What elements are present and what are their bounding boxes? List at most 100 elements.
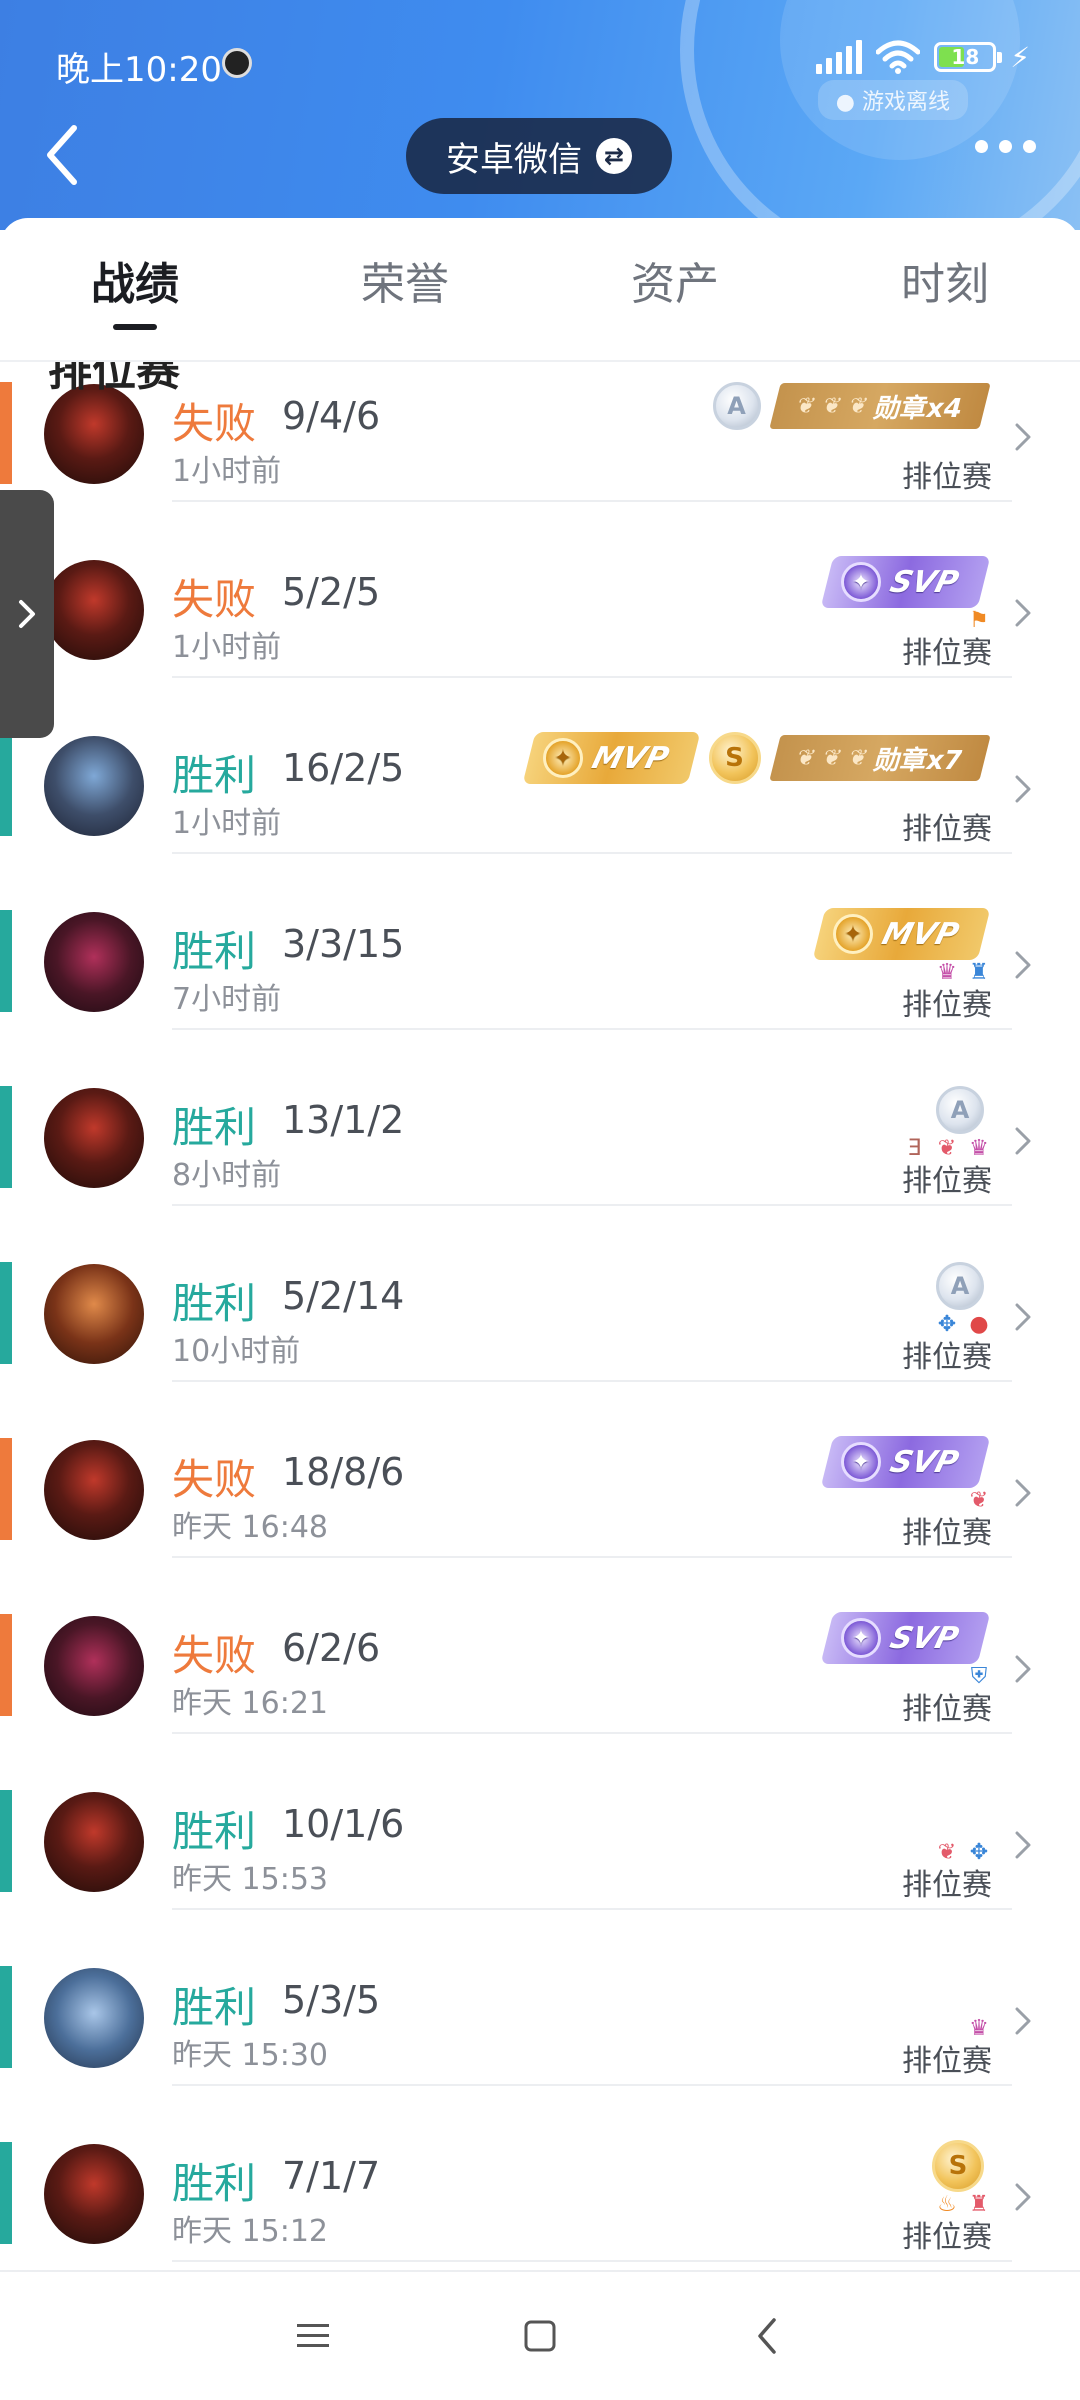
tab-label: 战绩: [91, 259, 179, 310]
rating-s-badge: S: [932, 2140, 984, 2192]
match-time: 昨天 15:12: [172, 2214, 328, 2249]
badge-label: A: [950, 1096, 970, 1124]
chevron-right-icon: [1015, 1479, 1031, 1507]
result-indicator-bar: [0, 2142, 12, 2244]
star-medal-icon: ✦: [841, 1618, 882, 1658]
back-button[interactable]: [40, 122, 84, 188]
match-mode: 排位赛: [902, 636, 992, 671]
match-kda: 18/8/6: [282, 1450, 405, 1494]
match-result: 胜利: [172, 2159, 257, 2208]
tab-label: 资产: [631, 259, 719, 310]
match-result: 胜利: [172, 1279, 257, 1328]
tab-underline: [383, 324, 427, 330]
badge-group: ✦ SVP: [820, 1436, 991, 1488]
tab-label: 时刻: [901, 259, 989, 310]
badge-label: 勋章x4: [870, 393, 966, 424]
match-row[interactable]: 失败 5/2/5 1小时前 排位赛 ✦ SVP ⚑: [0, 502, 1080, 678]
match-row[interactable]: 失败 6/2/6 昨天 16:21 排位赛 ✦ SVP ⛨: [0, 1558, 1080, 1734]
side-drawer-handle[interactable]: [0, 490, 54, 738]
chevron-right-icon: [1015, 2007, 1031, 2035]
result-indicator-bar: [0, 734, 12, 836]
star-medal-icon: ✦: [543, 738, 584, 778]
menu-button[interactable]: [283, 2306, 343, 2366]
tab-4[interactable]: 时刻: [810, 218, 1080, 360]
flag-icon: ⚑: [969, 608, 989, 633]
svp-badge: ✦ SVP: [820, 556, 991, 608]
result-indicator-bar: [0, 1262, 12, 1364]
svp-badge: ✦ SVP: [820, 1436, 991, 1488]
match-time: 1小时前: [172, 806, 282, 841]
badge-label: A: [727, 392, 746, 420]
header: 晚上10:20 18 ⚡ ● 游戏离线 安卓微信 ⇄: [0, 0, 1080, 230]
hero-avatar: [44, 912, 144, 1012]
lotus-icon: ❦: [937, 1136, 957, 1161]
blood-icon: ●: [969, 1312, 989, 1337]
match-mode: 排位赛: [902, 2220, 992, 2255]
home-icon: [524, 2320, 556, 2352]
more-button[interactable]: [975, 140, 1036, 153]
match-row[interactable]: 胜利 5/3/5 昨天 15:30 排位赛 ♛: [0, 1910, 1080, 2086]
account-switch-button[interactable]: 安卓微信 ⇄: [406, 118, 672, 194]
match-mode: 排位赛: [902, 1340, 992, 1375]
chevron-right-icon: [1015, 1127, 1031, 1155]
tab-bar: 战绩 荣誉 资产 时刻: [0, 218, 1080, 362]
tab-1[interactable]: 战绩: [0, 218, 270, 360]
match-result: 失败: [172, 575, 257, 624]
match-kda: 5/2/14: [282, 1274, 405, 1318]
row-divider: [172, 2260, 1012, 2262]
system-nav-bar: [0, 2270, 1080, 2400]
chevron-right-icon: [1015, 599, 1031, 627]
badge-label: S: [725, 743, 744, 773]
tower-icon: ♜: [969, 960, 989, 985]
hero-avatar: [44, 1968, 144, 2068]
svp-badge: ✦ SVP: [820, 1612, 991, 1664]
rating-a-badge: A: [936, 1086, 984, 1134]
match-row[interactable]: 胜利 7/1/7 昨天 15:12 排位赛 S ♨ ♜: [0, 2086, 1080, 2262]
notification-icon: [222, 48, 252, 78]
achievement-icons: ✥ ●: [934, 1312, 992, 1338]
mvp-badge: ✦ MVP: [522, 732, 701, 784]
match-row[interactable]: 失败 18/8/6 昨天 16:48 排位赛 ✦ SVP ❦: [0, 1382, 1080, 1558]
star-medal-icon: ✦: [832, 914, 873, 954]
home-button[interactable]: [510, 2306, 570, 2366]
match-result: 胜利: [172, 1103, 257, 1152]
system-back-button[interactable]: [737, 2306, 797, 2366]
match-row[interactable]: 胜利 5/2/14 10小时前 排位赛 A ✥ ●: [0, 1206, 1080, 1382]
badge-group: ✦ MVP: [812, 908, 991, 960]
match-mode: 排位赛: [902, 1868, 992, 1903]
achievement-icons: ⚑: [966, 608, 992, 634]
match-row[interactable]: 胜利 3/3/15 7小时前 排位赛 ✦ MVP ♛ ♜: [0, 854, 1080, 1030]
achievement-icons: ♛ ♜: [934, 960, 992, 986]
match-result: 胜利: [172, 1983, 257, 2032]
match-result: 胜利: [172, 1807, 257, 1856]
match-row[interactable]: 胜利 16/2/5 1小时前 排位赛 ✦ MVP S ❦ ❦ ❦ 勋章x7: [0, 678, 1080, 854]
medal-count-badge: ❦ ❦ ❦ 勋章x7: [768, 735, 990, 781]
rating-a-badge: A: [712, 382, 761, 430]
hero-avatar: [44, 1792, 144, 1892]
match-row[interactable]: 胜利 13/1/2 8小时前 排位赛 A Ǝ ❦ ♛: [0, 1030, 1080, 1206]
lotus-icon: ❦: [969, 1488, 989, 1513]
back-arrow-icon: [757, 2318, 776, 2354]
match-kda: 9/4/6: [282, 394, 381, 438]
hero-avatar: [44, 1440, 144, 1540]
tab-3[interactable]: 资产: [540, 218, 810, 360]
match-row[interactable]: 胜利 10/1/6 昨天 15:53 排位赛 ❦ ✥: [0, 1734, 1080, 1910]
wifi-icon: [876, 40, 921, 74]
match-kda: 5/3/5: [282, 1978, 381, 2022]
match-time: 8小时前: [172, 1158, 282, 1193]
chevron-right-icon: [19, 600, 35, 628]
match-time: 1小时前: [172, 454, 282, 489]
tab-2[interactable]: 荣誉: [270, 218, 540, 360]
badge-label: MVP: [589, 740, 673, 776]
chevron-right-icon: [1015, 2183, 1031, 2211]
match-time: 7小时前: [172, 982, 282, 1017]
medal-count-badge: ❦ ❦ ❦ 勋章x4: [768, 383, 990, 429]
laurel-icon: ❦ ❦ ❦: [793, 745, 871, 771]
chevron-right-icon: [1015, 423, 1031, 451]
tab-label: 荣誉: [361, 259, 449, 310]
match-kda: 5/2/5: [282, 570, 381, 614]
match-list[interactable]: 失败 9/4/6 1小时前 排位赛 A ❦ ❦ ❦ 勋章x4 失败 5/2/5 1小时前 排位赛 ✦ S…: [0, 360, 1080, 2270]
demon-icon: ♛: [969, 2016, 989, 2041]
badge-group: ✦ MVP S ❦ ❦ ❦ 勋章x7: [522, 732, 990, 784]
match-mode: 排位赛: [902, 1516, 992, 1551]
